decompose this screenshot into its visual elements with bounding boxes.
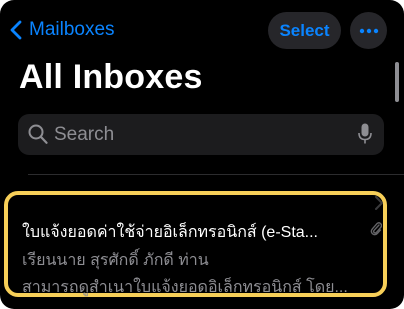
paperclip-icon — [370, 222, 382, 236]
search-icon — [28, 124, 48, 144]
back-button[interactable]: Mailboxes — [10, 14, 115, 46]
search-placeholder: Search — [54, 124, 115, 145]
chevron-right-icon — [375, 196, 383, 210]
mail-subject: ใบแจ้งยอดค่าใช้จ่ายอิเล็กทรอนิกส์ (e-Sta… — [22, 224, 318, 241]
mail-preview-line-2: สามารถดูสำเนาใบแจ้งยอดอิเล็กทรอนิกส์ โดย… — [22, 279, 348, 296]
select-button-label: Select — [279, 20, 330, 40]
select-button[interactable]: Select — [268, 12, 341, 49]
back-button-label: Mailboxes — [29, 19, 115, 40]
chevron-left-icon — [10, 20, 22, 40]
mail-screen: Mailboxes Select All Inboxes Search ใบแจ… — [0, 0, 404, 309]
more-button[interactable] — [350, 12, 387, 49]
list-separator — [28, 174, 404, 175]
search-field[interactable]: Search — [18, 114, 384, 155]
mail-list-item[interactable]: ใบแจ้งยอดค่าใช้จ่ายอิเล็กทรอนิกส์ (e-Sta… — [4, 191, 387, 297]
mail-preview-line-1: เรียนนาย สุรศักดิ์ ภักดี ท่าน — [22, 252, 209, 269]
ellipsis-icon — [359, 28, 378, 33]
mic-icon[interactable] — [358, 123, 372, 145]
page-title: All Inboxes — [19, 58, 203, 96]
scroll-indicator[interactable] — [395, 62, 399, 102]
